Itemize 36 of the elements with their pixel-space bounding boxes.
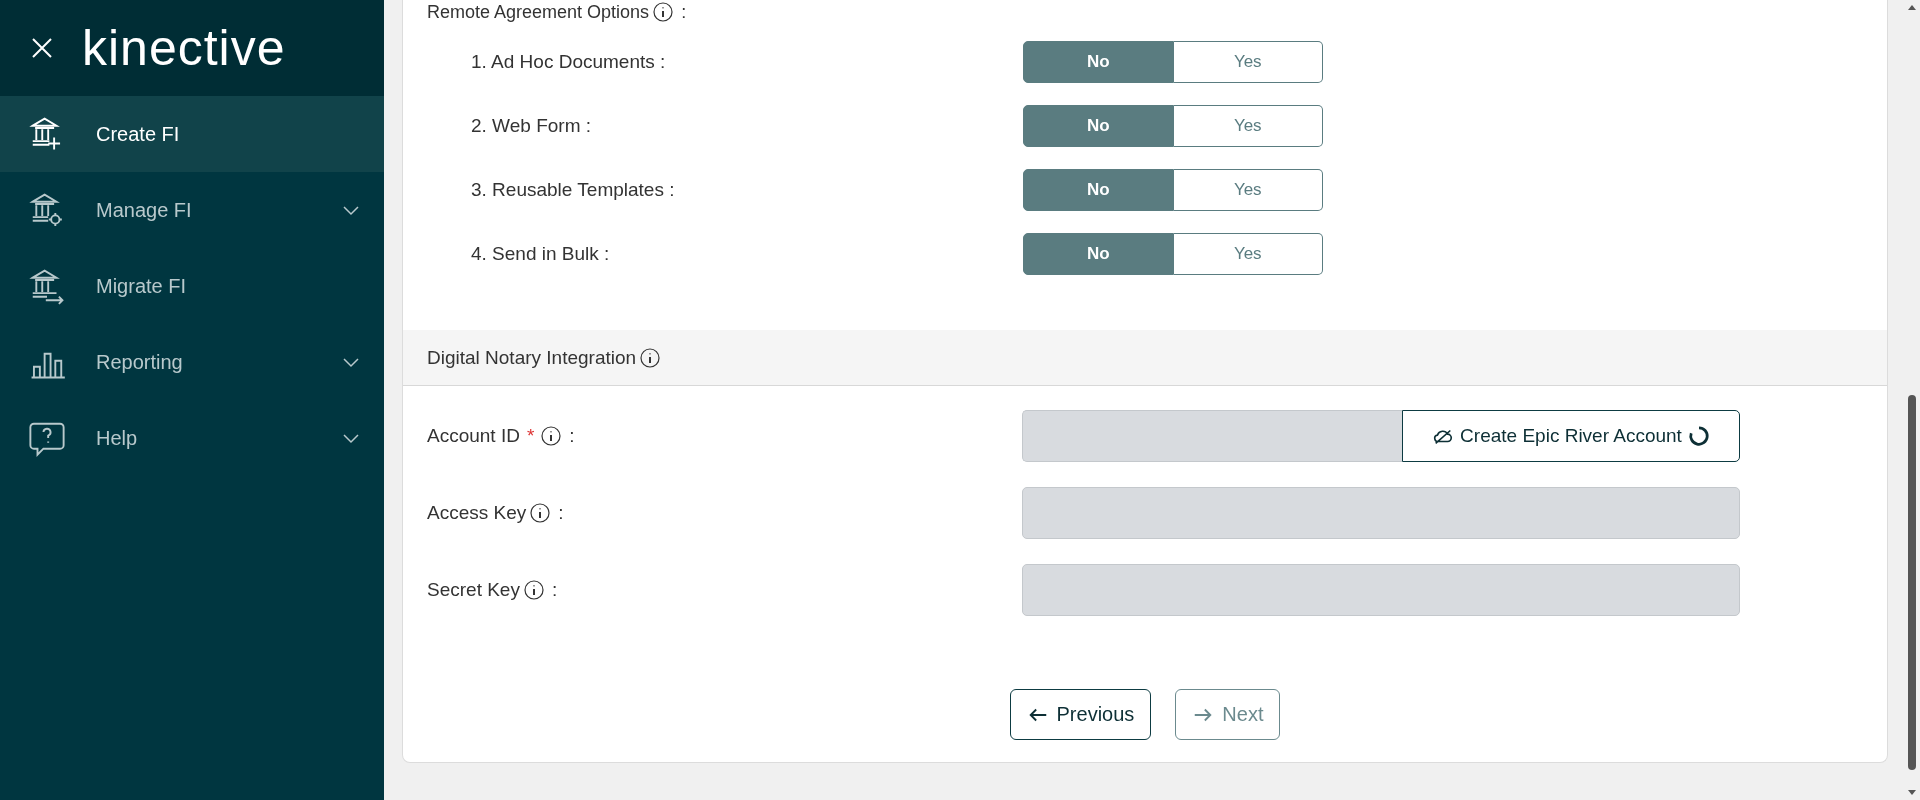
section-title: Remote Agreement Options bbox=[427, 1, 650, 23]
option-label: 1. Ad Hoc Documents : bbox=[471, 51, 666, 73]
toggle-option[interactable]: No bbox=[1023, 169, 1174, 211]
sidebar-item[interactable]: Manage FI bbox=[0, 172, 384, 248]
section-title: Digital Notary Integration bbox=[427, 346, 637, 369]
sidebar-item[interactable]: Create FI bbox=[0, 96, 384, 172]
option-label: 2. Web Form : bbox=[471, 115, 591, 137]
sidebar-item[interactable]: Reporting bbox=[0, 324, 384, 400]
field-label: Access Key bbox=[427, 501, 527, 524]
info-icon[interactable] bbox=[652, 1, 675, 23]
toggle-option[interactable]: No bbox=[1023, 233, 1174, 275]
toggle-option[interactable]: No bbox=[1023, 41, 1174, 83]
field-label: Secret Key bbox=[427, 578, 520, 601]
option-label: 4. Send in Bulk : bbox=[471, 243, 610, 265]
toggle-option[interactable]: Yes bbox=[1173, 105, 1323, 147]
sidebar-item[interactable]: Help bbox=[0, 400, 384, 476]
close-icon[interactable] bbox=[30, 36, 54, 60]
previous-button[interactable]: Previous bbox=[1009, 689, 1152, 740]
toggle-option[interactable]: Yes bbox=[1173, 169, 1323, 211]
info-icon[interactable] bbox=[540, 424, 563, 447]
info-icon[interactable] bbox=[639, 346, 662, 369]
bank-arrow-icon bbox=[28, 267, 66, 305]
required-mark: * bbox=[526, 424, 535, 447]
toggle-option[interactable]: No bbox=[1023, 105, 1174, 147]
label-colon: : bbox=[551, 578, 558, 601]
label-colon: : bbox=[681, 1, 687, 23]
kinective-logo: kinective bbox=[82, 19, 286, 77]
toggle-option[interactable]: Yes bbox=[1173, 41, 1323, 83]
label-colon: : bbox=[558, 501, 564, 524]
info-icon[interactable] bbox=[522, 578, 545, 601]
field-label: Account ID bbox=[427, 424, 520, 447]
label-colon: : bbox=[569, 424, 575, 447]
option-label: 3. Reusable Templates : bbox=[471, 179, 675, 201]
info-icon[interactable] bbox=[529, 501, 552, 524]
toggle-option[interactable]: Yes bbox=[1173, 233, 1323, 275]
sidebar-item[interactable]: Migrate FI bbox=[0, 248, 384, 324]
